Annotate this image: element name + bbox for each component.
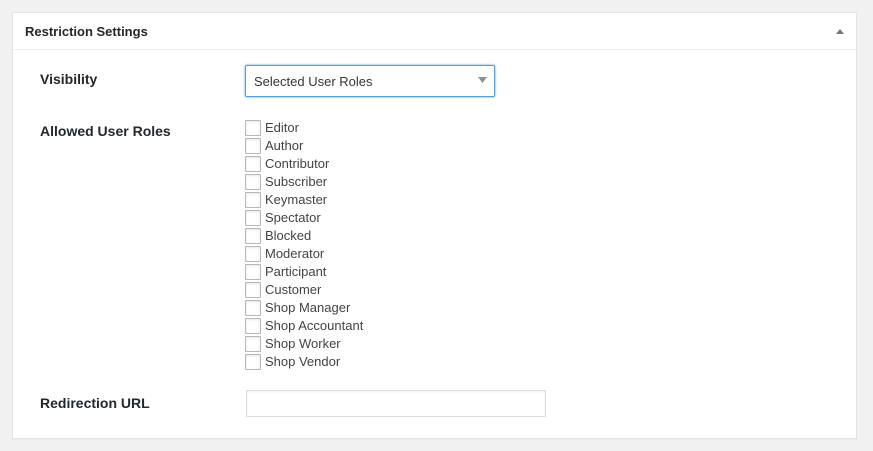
role-option[interactable]: Shop Worker (245, 335, 445, 353)
role-option[interactable]: Participant (245, 263, 445, 281)
role-option[interactable]: Keymaster (245, 191, 445, 209)
role-option[interactable]: Shop Accountant (245, 317, 445, 335)
role-option[interactable]: Moderator (245, 245, 445, 263)
role-option[interactable]: Spectator (245, 209, 445, 227)
role-checkbox[interactable] (245, 210, 261, 226)
role-label: Moderator (265, 246, 325, 261)
panel-title: Restriction Settings (25, 24, 148, 39)
role-label: Shop Worker (265, 336, 341, 351)
role-checkbox[interactable] (245, 354, 261, 370)
role-label: Blocked (265, 228, 312, 243)
role-option[interactable]: Author (245, 137, 445, 155)
role-checkbox[interactable] (245, 138, 261, 154)
visibility-select[interactable]: Selected User Roles (245, 65, 495, 97)
redirection-url-label: Redirection URL (40, 395, 150, 411)
role-option[interactable]: Editor (245, 119, 445, 137)
visibility-label: Visibility (40, 71, 98, 87)
role-label: Shop Vendor (265, 354, 341, 369)
role-checkbox[interactable] (245, 300, 261, 316)
role-checkbox[interactable] (245, 192, 261, 208)
role-checkbox[interactable] (245, 120, 261, 136)
allowed-user-roles-label: Allowed User Roles (40, 123, 171, 139)
role-checkbox[interactable] (245, 228, 261, 244)
role-label: Shop Manager (265, 300, 351, 315)
visibility-selected-value: Selected User Roles (254, 74, 373, 89)
role-option[interactable]: Customer (245, 281, 445, 299)
role-option[interactable]: Blocked (245, 227, 445, 245)
role-checkbox[interactable] (245, 318, 261, 334)
role-label: Author (265, 138, 304, 153)
role-label: Editor (265, 120, 299, 135)
role-checkbox[interactable] (245, 336, 261, 352)
role-option[interactable]: Subscriber (245, 173, 445, 191)
role-option[interactable]: Shop Manager (245, 299, 445, 317)
redirection-url-input[interactable] (246, 390, 546, 417)
role-label: Participant (265, 264, 327, 279)
role-checkbox[interactable] (245, 174, 261, 190)
role-option[interactable]: Contributor (245, 155, 445, 173)
role-checkbox[interactable] (245, 246, 261, 262)
role-option[interactable]: Shop Vendor (245, 353, 445, 371)
role-label: Shop Accountant (265, 318, 364, 333)
role-checkbox[interactable] (245, 264, 261, 280)
role-label: Keymaster (265, 192, 328, 207)
user-roles-list: Editor Author Contributor Subscriber Keymast… (245, 119, 445, 371)
restriction-settings-panel: Restriction Settings Visibility Selected… (12, 12, 857, 439)
role-label: Customer (265, 282, 322, 297)
triangle-up-icon[interactable] (832, 23, 848, 39)
panel-header: Restriction Settings (13, 13, 856, 50)
role-label: Contributor (265, 156, 330, 171)
role-checkbox[interactable] (245, 156, 261, 172)
role-checkbox[interactable] (245, 282, 261, 298)
role-label: Subscriber (265, 174, 328, 189)
role-label: Spectator (265, 210, 321, 225)
chevron-down-icon (478, 77, 487, 83)
